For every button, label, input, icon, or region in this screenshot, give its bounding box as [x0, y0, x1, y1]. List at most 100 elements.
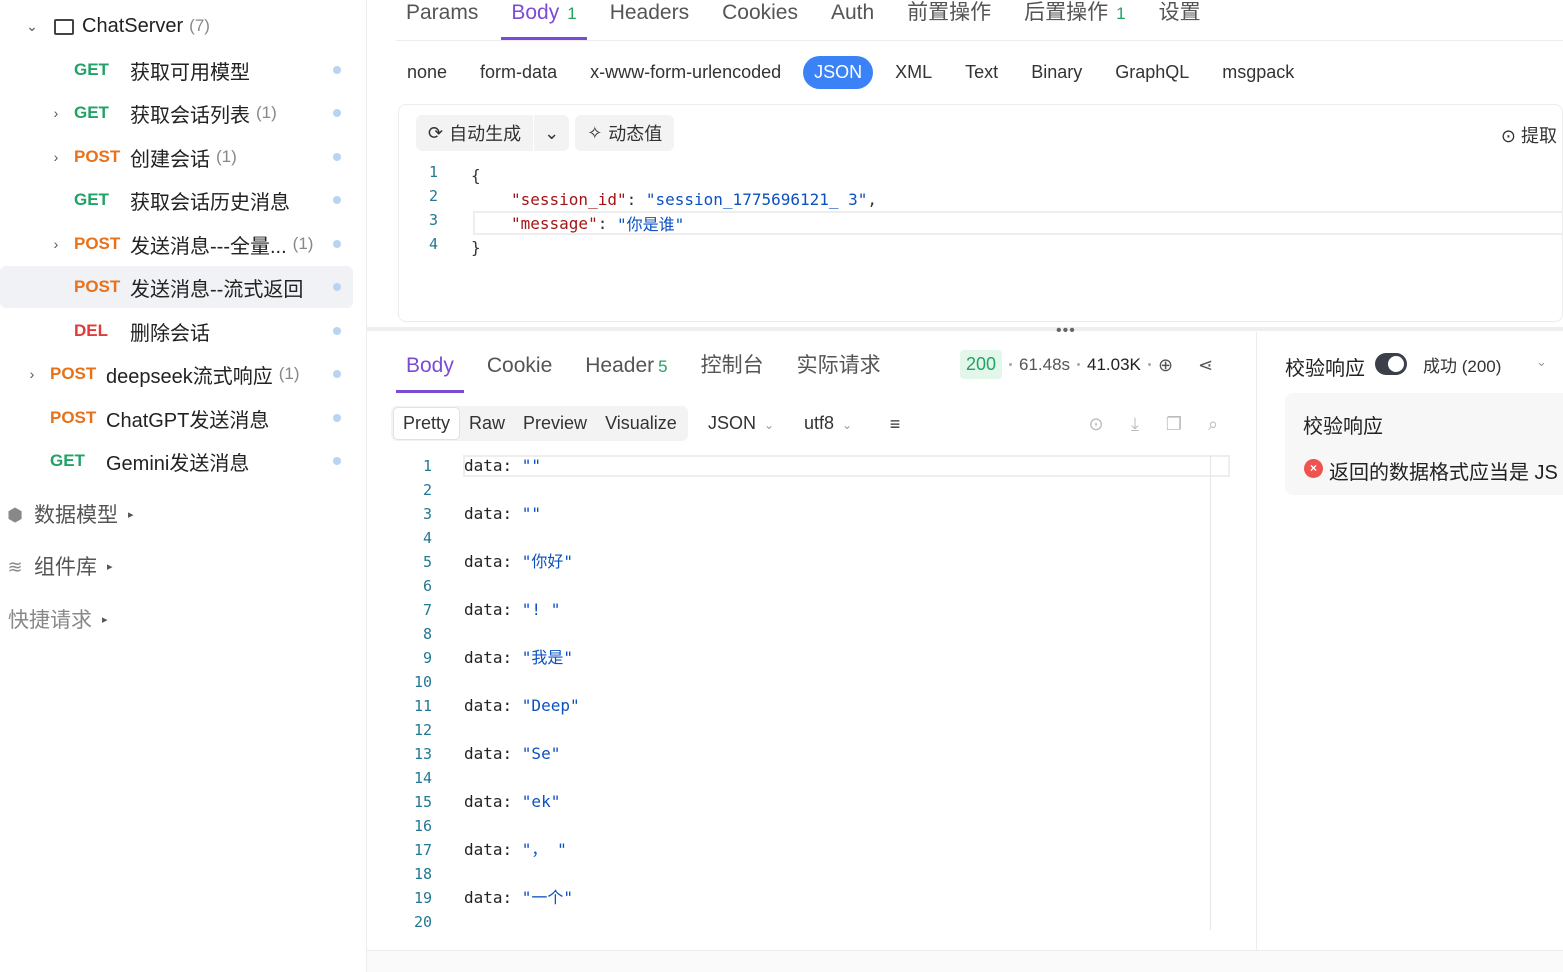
view-mode-raw[interactable]: Raw — [460, 408, 514, 439]
sidebar-item-chatgpt[interactable]: POST ChatGPT发送消息 — [24, 399, 353, 437]
chevron-right-icon[interactable]: › — [24, 366, 40, 382]
response-line: data: "， " — [464, 840, 567, 859]
body-type-none[interactable]: none — [396, 56, 458, 89]
format-dropdown[interactable]: JSON ⌄ — [708, 413, 774, 434]
chevron-right-icon[interactable]: › — [48, 105, 64, 121]
tab-body-label: Body — [511, 1, 560, 24]
validation-toggle[interactable] — [1375, 353, 1407, 375]
upload-icon[interactable]: ⊙ — [1086, 414, 1106, 434]
body-type-json[interactable]: JSON — [803, 56, 874, 89]
dynamic-value-button[interactable]: ✧ 动态值 — [575, 115, 675, 151]
drag-handle-icon[interactable]: ••• — [1056, 322, 1076, 340]
sidebar-item-deepseek[interactable]: › POST deepseek流式响应 (1) — [24, 355, 353, 393]
response-tab-body[interactable]: Body — [396, 346, 464, 393]
sidebar-item-send-full[interactable]: › POST 发送消息---全量... (1) — [48, 225, 353, 263]
response-line: data: "你好" — [464, 552, 574, 571]
tab-body[interactable]: Body 1 — [501, 0, 588, 40]
response-scrollbar[interactable] — [1210, 455, 1211, 930]
body-type-urlencoded[interactable]: x-www-form-urlencoded — [579, 56, 792, 89]
body-type-binary[interactable]: Binary — [1020, 56, 1093, 89]
line-number: 12 — [413, 721, 432, 739]
line-number: 17 — [413, 841, 432, 859]
cube-icon: ⬢ — [7, 505, 23, 525]
response-time: 61.48s — [1019, 355, 1071, 374]
line-number: 19 — [413, 889, 432, 907]
tab-cookies[interactable]: Cookies — [712, 0, 808, 40]
tabs-divider — [396, 40, 1563, 41]
auto-generate-button[interactable]: ⟳ 自动生成 — [416, 115, 534, 151]
line-number: 2 — [428, 187, 438, 205]
auto-generate-dropdown[interactable]: ⌄ — [534, 115, 570, 151]
caret-right-icon: ▸ — [107, 560, 113, 573]
body-type-msgpack[interactable]: msgpack — [1211, 56, 1305, 89]
status-dot — [333, 240, 341, 248]
validation-status-select[interactable]: 成功 (200) — [1423, 352, 1501, 377]
tab-params[interactable]: Params — [396, 0, 488, 40]
tab-settings[interactable]: 设置 — [1149, 0, 1211, 40]
chevron-down-icon[interactable]: ⌄ — [24, 18, 40, 35]
method-badge: POST — [74, 234, 121, 253]
chevron-down-icon: ⌄ — [842, 418, 853, 432]
tab-post-label: 后置操作 — [1024, 1, 1109, 24]
response-tab-header[interactable]: Header 5 — [575, 346, 677, 393]
encoding-value: utf8 — [804, 413, 835, 433]
method-badge: POST — [50, 364, 97, 383]
extract-label: 提取 — [1521, 126, 1557, 146]
body-type-text[interactable]: Text — [954, 56, 1009, 89]
section-data-models[interactable]: ⬢ 数据模型 ▸ — [0, 494, 133, 534]
item-count: (1) — [256, 103, 277, 122]
view-mode-pretty[interactable]: Pretty — [393, 407, 461, 440]
body-type-selector: none form-data x-www-form-urlencoded JSO… — [396, 56, 1316, 89]
sidebar-item-get-sessions[interactable]: › GET 获取会话列表 (1) — [48, 94, 353, 132]
view-mode-selector: Pretty Raw Preview Visualize — [391, 406, 688, 441]
encoding-dropdown[interactable]: utf8 ⌄ — [804, 413, 852, 434]
chevron-right-icon[interactable]: › — [48, 236, 64, 252]
request-tabs: Params Body 1 Headers Cookies Auth 前置操作 后… — [396, 0, 1224, 40]
status-dot — [333, 283, 341, 291]
sidebar-item-get-history[interactable]: GET 获取会话历史消息 — [48, 181, 353, 219]
response-size: 41.03K — [1087, 355, 1141, 374]
method-badge: POST — [74, 277, 121, 296]
body-type-xml[interactable]: XML — [884, 56, 943, 89]
sidebar-item-get-models[interactable]: GET 获取可用模型 — [48, 51, 353, 89]
search-icon[interactable]: ⌕ — [1203, 414, 1223, 434]
body-type-graphql[interactable]: GraphQL — [1104, 56, 1200, 89]
wrap-lines-icon[interactable]: ≡ — [885, 414, 905, 434]
tab-auth[interactable]: Auth — [821, 0, 884, 40]
method-badge: GET — [50, 451, 85, 470]
share-icon[interactable]: ⋖ — [1198, 355, 1213, 376]
body-type-form-data[interactable]: form-data — [469, 56, 568, 89]
response-tab-console[interactable]: 控制台 — [691, 346, 774, 393]
view-mode-preview[interactable]: Preview — [514, 408, 596, 439]
tab-pre-operations[interactable]: 前置操作 — [897, 0, 1001, 40]
response-line: data: "我是" — [464, 648, 574, 667]
validation-box-title: 校验响应 — [1303, 416, 1383, 438]
method-badge: DEL — [74, 321, 108, 340]
section-quick-requests[interactable]: 快捷请求 ▸ — [8, 599, 108, 639]
item-label: ChatGPT发送消息 — [106, 409, 270, 432]
response-tab-actual-request[interactable]: 实际请求 — [787, 346, 891, 393]
section-components[interactable]: ≋ 组件库 ▸ — [0, 546, 113, 586]
item-count: (1) — [278, 364, 300, 383]
sidebar-item-delete-session[interactable]: DEL 删除会话 — [48, 312, 353, 350]
download-icon[interactable]: ⤓ — [1125, 414, 1145, 434]
panel-resizer[interactable] — [367, 327, 1563, 331]
chevron-down-icon[interactable]: ⌄ — [1536, 354, 1547, 370]
tab-post-operations[interactable]: 后置操作 1 — [1014, 0, 1135, 40]
sidebar-item-gemini[interactable]: GET Gemini发送消息 — [24, 442, 353, 480]
tab-headers[interactable]: Headers — [600, 0, 699, 40]
folder-chatserver[interactable]: ⌄ ChatServer (7) — [24, 7, 210, 45]
copy-icon[interactable]: ❐ — [1164, 414, 1184, 434]
response-line: data: "Se" — [464, 744, 561, 763]
response-tab-cookie[interactable]: Cookie — [477, 346, 562, 393]
response-line: data: "ek" — [464, 792, 561, 811]
tab-post-count: 1 — [1116, 4, 1126, 23]
view-mode-visualize[interactable]: Visualize — [596, 408, 686, 439]
globe-icon[interactable]: ⊕ — [1158, 355, 1173, 376]
caret-right-icon: ▸ — [102, 613, 108, 626]
sidebar-item-create-session[interactable]: › POST 创建会话 (1) — [48, 138, 353, 176]
response-line: data: "" — [464, 456, 542, 475]
extract-button[interactable]: ⊙ 提取 — [1501, 122, 1557, 148]
sidebar-item-send-stream[interactable]: POST 发送消息--流式返回 — [0, 266, 353, 308]
chevron-right-icon[interactable]: › — [48, 149, 64, 165]
